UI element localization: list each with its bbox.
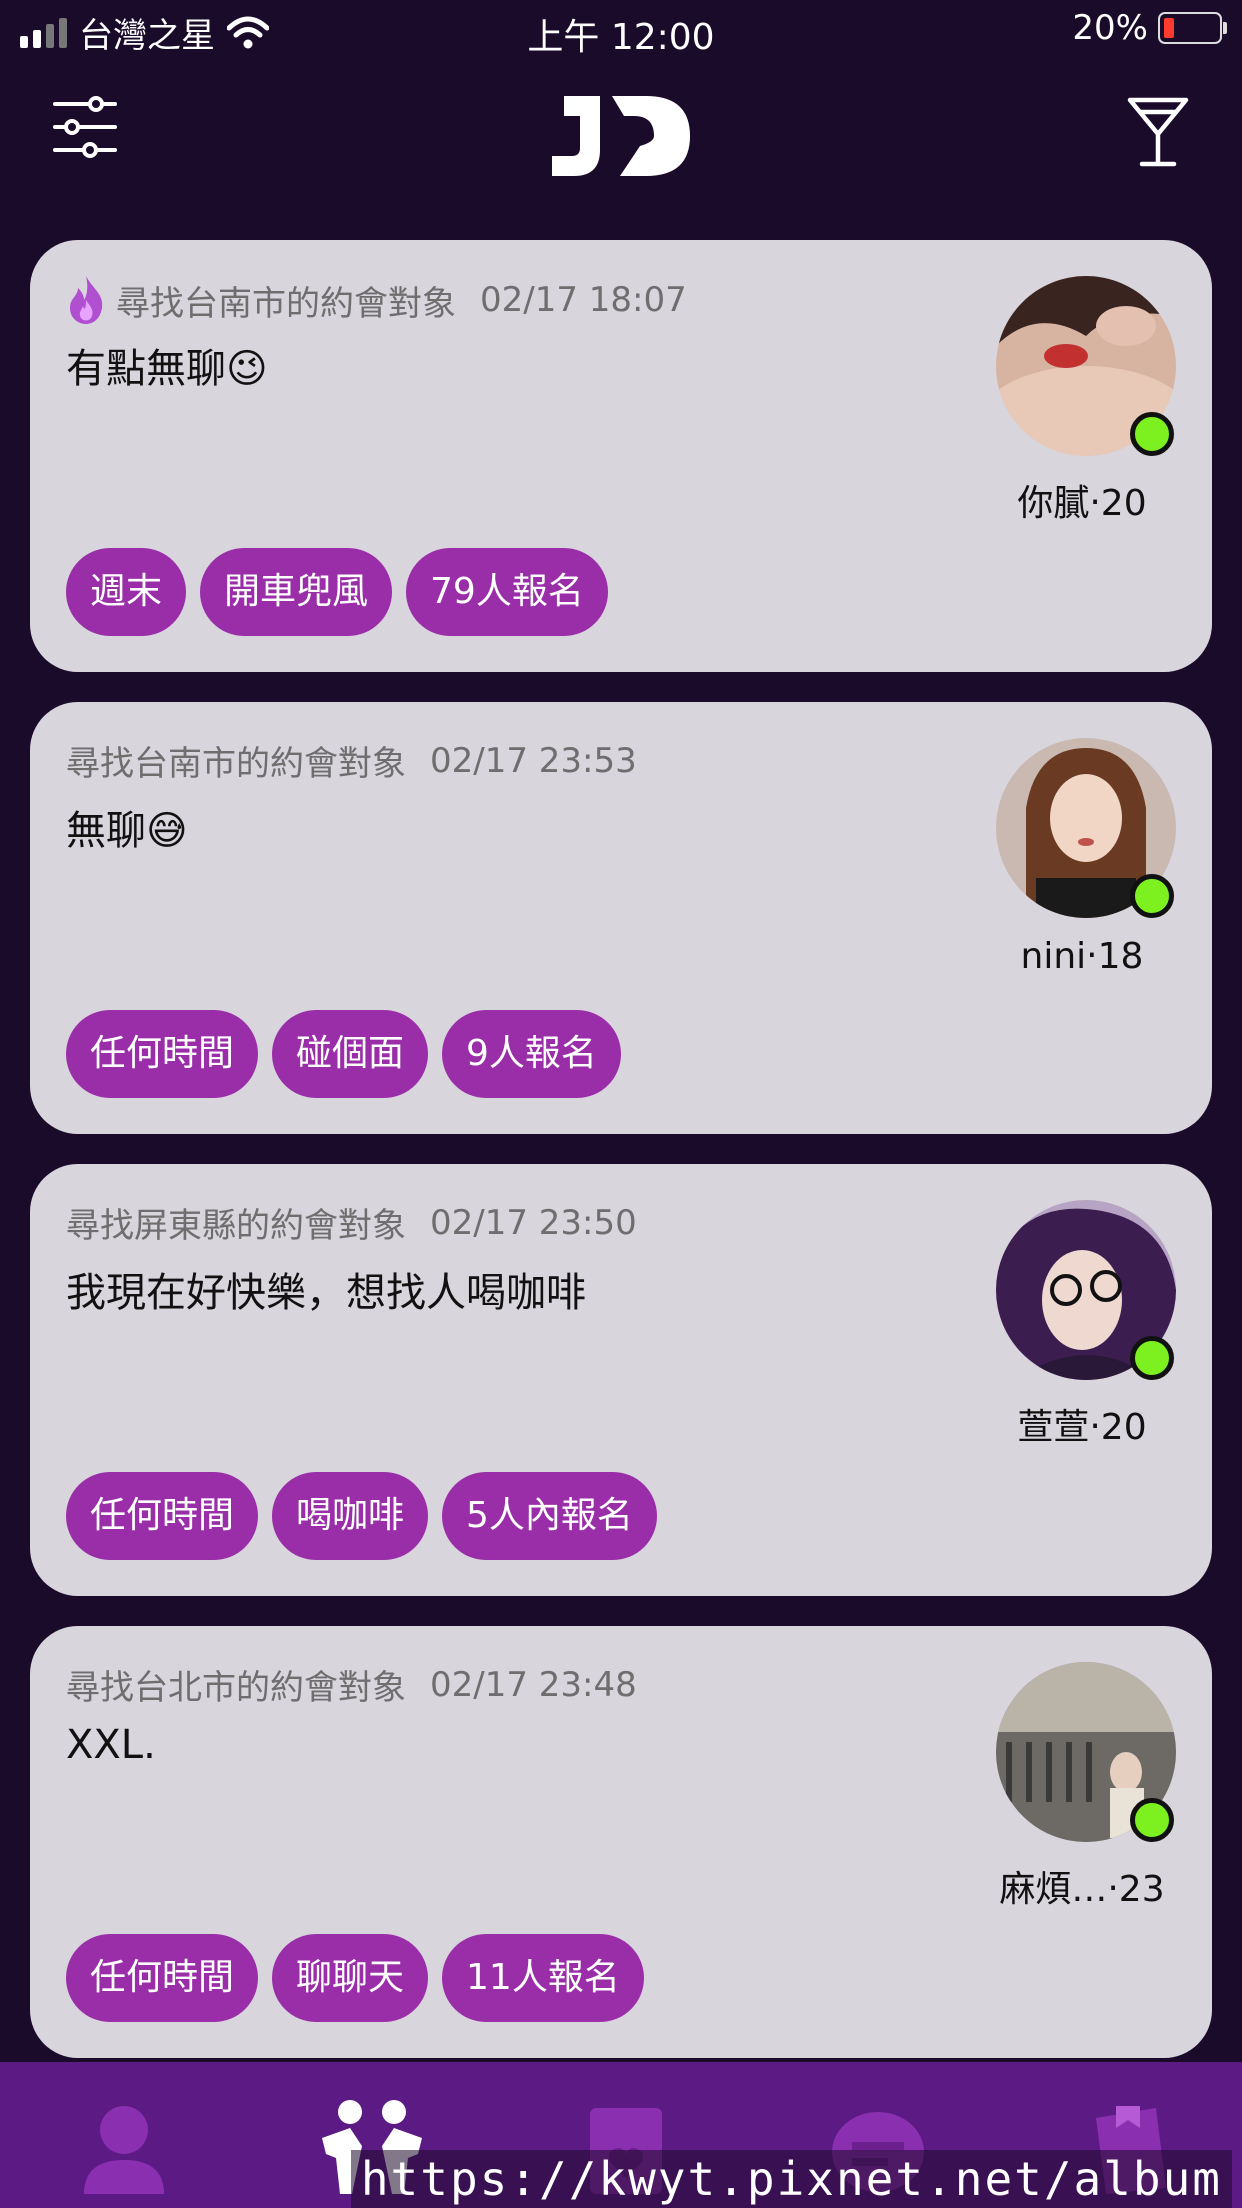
post-location: 尋找台南市的約會對象 bbox=[116, 283, 456, 324]
date-post-feed: 尋找台南市的約會對象 02/17 18:07 有點無聊😉 你膩‧20 週末 開車… bbox=[30, 240, 1212, 2088]
app-header bbox=[0, 62, 1242, 212]
tag-list: 任何時間 喝咖啡 5人內報名 bbox=[66, 1472, 657, 1560]
post-time: 02/17 23:53 bbox=[430, 740, 637, 781]
tag-chip[interactable]: 聊聊天 bbox=[272, 1934, 429, 2022]
status-bar: 台灣之星 上午 12:00 20% bbox=[0, 0, 1242, 62]
signup-count-chip[interactable]: 5人內報名 bbox=[442, 1472, 657, 1560]
online-indicator bbox=[1130, 874, 1174, 918]
jd-logo bbox=[552, 96, 690, 176]
online-indicator bbox=[1130, 412, 1174, 456]
post-message: XXL. bbox=[66, 1722, 156, 1768]
tag-chip[interactable]: 週末 bbox=[66, 548, 187, 636]
tag-chip[interactable]: 開車兜風 bbox=[200, 548, 393, 636]
status-right: 20% bbox=[1072, 8, 1227, 48]
tag-chip[interactable]: 任何時間 bbox=[66, 1934, 259, 2022]
tag-list: 任何時間 聊聊天 11人報名 bbox=[66, 1934, 644, 2022]
post-meta: 尋找台南市的約會對象 02/17 18:07 bbox=[66, 274, 687, 326]
post-message: 我現在好快樂，想找人喝咖啡 bbox=[66, 1270, 586, 1316]
tag-list: 任何時間 碰個面 9人報名 bbox=[66, 1010, 621, 1098]
battery-percent: 20% bbox=[1072, 8, 1148, 48]
date-post-card[interactable]: 尋找台南市的約會對象 02/17 18:07 有點無聊😉 你膩‧20 週末 開車… bbox=[30, 240, 1212, 672]
online-indicator bbox=[1130, 1336, 1174, 1380]
profile-icon[interactable] bbox=[64, 2098, 184, 2194]
tag-chip[interactable]: 任何時間 bbox=[66, 1472, 259, 1560]
post-message: 有點無聊😉 bbox=[66, 346, 268, 392]
post-meta: 尋找屏東縣的約會對象 02/17 23:50 bbox=[66, 1198, 637, 1247]
post-meta: 尋找台北市的約會對象 02/17 23:48 bbox=[66, 1660, 637, 1709]
user-name-age: 萱萱‧20 bbox=[1017, 1407, 1147, 1448]
post-location: 尋找屏東縣的約會對象 bbox=[66, 1206, 406, 1246]
post-time: 02/17 23:48 bbox=[430, 1664, 637, 1705]
date-post-card[interactable]: 尋找台南市的約會對象 02/17 23:53 無聊😅 nini‧18 任何時間 … bbox=[30, 702, 1212, 1134]
fire-icon bbox=[70, 276, 103, 324]
online-indicator bbox=[1130, 1798, 1174, 1842]
watermark-url: https://kwyt.pixnet.net/album bbox=[350, 2150, 1232, 2208]
post-meta: 尋找台南市的約會對象 02/17 23:53 bbox=[66, 736, 637, 785]
status-time: 上午 12:00 bbox=[527, 17, 715, 58]
tag-chip[interactable]: 碰個面 bbox=[272, 1010, 429, 1098]
user-name-age: nini‧18 bbox=[1020, 936, 1144, 977]
signup-count-chip[interactable]: 9人報名 bbox=[442, 1010, 621, 1098]
post-location: 尋找台南市的約會對象 bbox=[66, 744, 406, 784]
user-name-age: 麻煩…‧23 bbox=[999, 1869, 1165, 1910]
user-name-age: 你膩‧20 bbox=[1017, 483, 1147, 524]
tag-list: 週末 開車兜風 79人報名 bbox=[66, 548, 608, 636]
signup-count-chip[interactable]: 79人報名 bbox=[406, 548, 608, 636]
post-time: 02/17 23:50 bbox=[430, 1202, 637, 1243]
post-message: 無聊😅 bbox=[66, 808, 188, 854]
tag-chip[interactable]: 任何時間 bbox=[66, 1010, 259, 1098]
date-post-card[interactable]: 尋找屏東縣的約會對象 02/17 23:50 我現在好快樂，想找人喝咖啡 萱萱‧… bbox=[30, 1164, 1212, 1596]
date-post-card[interactable]: 尋找台北市的約會對象 02/17 23:48 XXL. 麻煩…‧23 任何時間 bbox=[30, 1626, 1212, 2058]
cocktail-icon[interactable] bbox=[1126, 96, 1190, 168]
signup-count-chip[interactable]: 11人報名 bbox=[442, 1934, 644, 2022]
post-time: 02/17 18:07 bbox=[480, 280, 687, 320]
post-location: 尋找台北市的約會對象 bbox=[66, 1668, 406, 1708]
tag-chip[interactable]: 喝咖啡 bbox=[272, 1472, 429, 1560]
filter-sliders-icon[interactable] bbox=[52, 94, 118, 160]
battery-icon bbox=[1158, 12, 1227, 44]
